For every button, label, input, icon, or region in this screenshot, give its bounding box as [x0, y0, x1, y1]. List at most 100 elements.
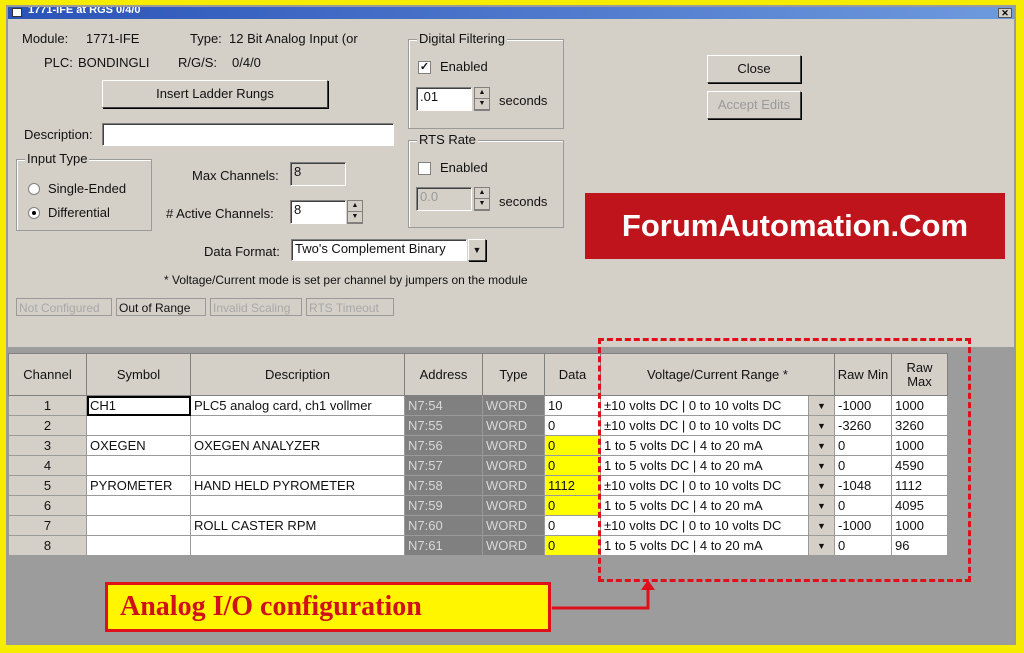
symbol-cell[interactable]: [87, 496, 191, 516]
description-cell[interactable]: [191, 456, 405, 476]
plc-label: PLC:: [44, 55, 73, 70]
single-ended-label: Single-Ended: [48, 181, 126, 196]
plc-value: BONDINGLI: [78, 55, 150, 70]
header-channel: Channel: [9, 354, 87, 396]
digital-filtering-units: seconds: [499, 93, 547, 108]
address-cell: N7:56: [405, 436, 483, 456]
channel-cell: 6: [9, 496, 87, 516]
brand-watermark: ForumAutomation.Com: [585, 193, 1005, 259]
digital-filtering-group: Digital Filtering: [408, 39, 564, 129]
data-cell: 0: [545, 496, 601, 516]
jumper-note: * Voltage/Current mode is set per channe…: [164, 273, 528, 287]
module-label: Module:: [22, 31, 68, 46]
symbol-cell[interactable]: [87, 516, 191, 536]
channel-cell: 8: [9, 536, 87, 556]
digital-filtering-enabled-label: Enabled: [440, 59, 488, 74]
address-cell: N7:59: [405, 496, 483, 516]
rts-rate-units: seconds: [499, 194, 547, 209]
close-button[interactable]: Close: [707, 55, 801, 83]
rts-rate-input[interactable]: 0.0: [416, 187, 472, 211]
type-cell: WORD: [483, 436, 545, 456]
close-window-icon[interactable]: ✕: [998, 8, 1012, 18]
differential-radio[interactable]: [28, 207, 40, 219]
description-cell[interactable]: ROLL CASTER RPM: [191, 516, 405, 536]
symbol-cell[interactable]: [87, 456, 191, 476]
accept-edits-button[interactable]: Accept Edits: [707, 91, 801, 119]
digital-filtering-input[interactable]: .01: [416, 87, 472, 111]
spin-up-icon[interactable]: ▲: [475, 188, 489, 199]
input-type-title: Input Type: [25, 151, 89, 166]
rgs-value: 0/4/0: [232, 55, 261, 70]
window-icon: [12, 8, 22, 17]
active-channels-input[interactable]: 8: [290, 200, 346, 224]
active-channels-spinner[interactable]: ▲▼: [347, 200, 363, 224]
header-type: Type: [483, 354, 545, 396]
header-data: Data: [545, 354, 601, 396]
spin-up-icon[interactable]: ▲: [348, 201, 362, 212]
insert-ladder-rungs-button[interactable]: Insert Ladder Rungs: [102, 80, 328, 108]
type-cell: WORD: [483, 476, 545, 496]
data-format-label: Data Format:: [204, 244, 280, 259]
rts-rate-checkbox[interactable]: [418, 162, 431, 175]
spin-down-icon[interactable]: ▼: [475, 99, 489, 110]
description-cell[interactable]: [191, 416, 405, 436]
type-cell: WORD: [483, 496, 545, 516]
annotation-callout: Analog I/O configuration: [105, 582, 551, 632]
symbol-cell[interactable]: OXEGEN: [87, 436, 191, 456]
status-out-of-range: Out of Range: [116, 298, 206, 316]
description-input[interactable]: [102, 123, 394, 146]
symbol-cell[interactable]: [87, 416, 191, 436]
digital-filtering-spinner[interactable]: ▲▼: [474, 87, 490, 111]
type-cell: WORD: [483, 456, 545, 476]
type-label: Type:: [190, 31, 222, 46]
type-cell: WORD: [483, 536, 545, 556]
data-format-dropdown-icon[interactable]: ▼: [468, 239, 486, 261]
address-cell: N7:58: [405, 476, 483, 496]
symbol-cell[interactable]: CH1: [87, 396, 191, 416]
channel-cell: 2: [9, 416, 87, 436]
description-cell[interactable]: OXEGEN ANALYZER: [191, 436, 405, 456]
data-cell: 0: [545, 436, 601, 456]
spin-down-icon[interactable]: ▼: [475, 199, 489, 210]
address-cell: N7:61: [405, 536, 483, 556]
data-format-select[interactable]: Two's Complement Binary: [291, 239, 467, 261]
data-cell: 1112: [545, 476, 601, 496]
channel-cell: 3: [9, 436, 87, 456]
channel-cell: 4: [9, 456, 87, 476]
active-channels-label: # Active Channels:: [166, 206, 274, 221]
description-cell[interactable]: HAND HELD PYROMETER: [191, 476, 405, 496]
status-invalid-scaling: Invalid Scaling: [210, 298, 302, 316]
type-cell: WORD: [483, 416, 545, 436]
single-ended-radio[interactable]: [28, 183, 40, 195]
description-cell[interactable]: PLC5 analog card, ch1 vollmer: [191, 396, 405, 416]
spin-up-icon[interactable]: ▲: [475, 88, 489, 99]
rts-rate-spinner[interactable]: ▲▼: [474, 187, 490, 211]
symbol-cell[interactable]: [87, 536, 191, 556]
digital-filtering-title: Digital Filtering: [417, 31, 507, 46]
channel-cell: 5: [9, 476, 87, 496]
header-symbol: Symbol: [87, 354, 191, 396]
digital-filtering-checkbox[interactable]: ✓: [418, 61, 431, 74]
status-not-configured: Not Configured: [16, 298, 112, 316]
address-cell: N7:60: [405, 516, 483, 536]
module-value: 1771-IFE: [86, 31, 139, 46]
data-cell: 0: [545, 416, 601, 436]
data-cell: 0: [545, 516, 601, 536]
description-label: Description:: [24, 127, 93, 142]
max-channels-field: 8: [290, 162, 346, 186]
window-title: 1771-IFE at RGS 0/4/0: [28, 5, 141, 16]
status-rts-timeout: RTS Timeout: [306, 298, 394, 316]
description-cell[interactable]: [191, 536, 405, 556]
description-cell[interactable]: [191, 496, 405, 516]
symbol-cell[interactable]: PYROMETER: [87, 476, 191, 496]
type-value: 12 Bit Analog Input (or: [229, 31, 358, 46]
spin-down-icon[interactable]: ▼: [348, 212, 362, 223]
differential-label: Differential: [48, 205, 110, 220]
max-channels-label: Max Channels:: [192, 168, 279, 183]
range-highlight-box: [598, 338, 971, 582]
rts-rate-title: RTS Rate: [417, 132, 478, 147]
data-cell: 0: [545, 456, 601, 476]
header-description: Description: [191, 354, 405, 396]
title-bar: 1771-IFE at RGS 0/4/0 ✕: [8, 7, 1014, 19]
address-cell: N7:55: [405, 416, 483, 436]
